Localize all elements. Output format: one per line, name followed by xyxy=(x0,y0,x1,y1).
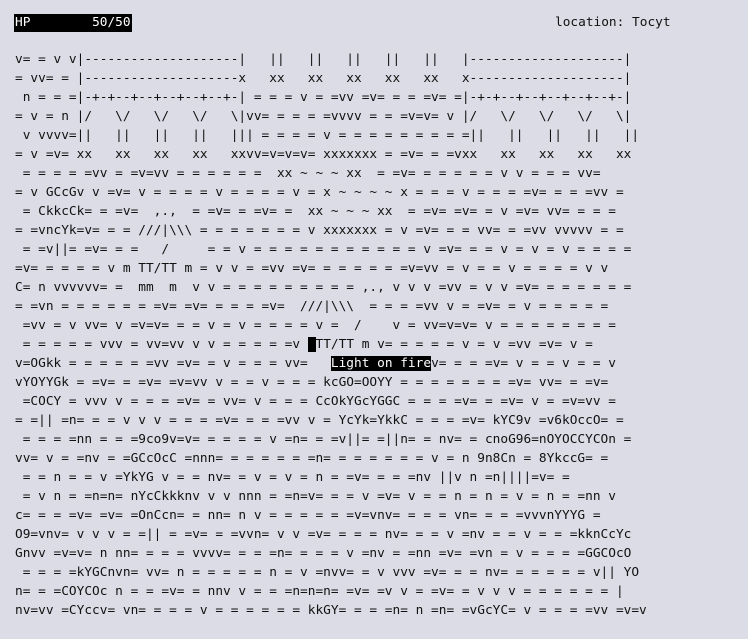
map-row: = =|| =n= = = v v v = = = =v= = = =vv v … xyxy=(15,413,624,428)
map-row: = = = = = vvv = vv=vv v v = = = = =v mTT… xyxy=(15,337,593,352)
map-row: Gnvv =v=v= n nn= = = = vvvv= = = =n= = =… xyxy=(15,546,632,561)
map-row: O9=vnv= v v v = =|| = =v= = =vvn= v v =v… xyxy=(15,527,632,542)
map-row: = = = =nn = = =9co9v=v= = = = = v =n= = … xyxy=(15,432,632,447)
game-screen: HP 50/50 location: Tocyt v= = v v|------… xyxy=(0,0,748,639)
player-cursor: m xyxy=(307,337,316,352)
map-row: vv= v = =nv = =GCcOcC =nnn= = = = = = =n… xyxy=(15,451,609,466)
location-label: location: Tocyt xyxy=(555,15,671,30)
map-row: = v GCcGv v =v= v = = = = v = = = = v = … xyxy=(15,185,624,200)
map-row: c= = = =v= =v= =OnCcn= = nn= n v = = = =… xyxy=(15,508,601,523)
map-row: = v n = =n=n= nYcCkkknv v v nnn = =n=v= … xyxy=(15,489,616,504)
map-row: C= n vvvvvv= = mm m v v = = = = = = = = … xyxy=(15,280,632,295)
hp-value: 50/50 xyxy=(92,15,131,30)
hp-bar: HP 50/50 xyxy=(14,14,132,32)
map-row: = =vncYk=v= = = ///|\\\ = = = = = = = v … xyxy=(15,223,624,238)
map-row: = v = n |/ \/ \/ \/ \|vv= = = = =vvvv = … xyxy=(15,109,632,124)
map-row: v=OGkk = = = = = =vv =v= = v = = = vv= L… xyxy=(15,356,616,371)
map-row: = vv= = |--------------------x xx xx xx … xyxy=(15,71,632,86)
map-row: =v= = = = = v m TT/TT m = v v = =vv =v= … xyxy=(15,261,609,276)
map-row: = v =v= xx xx xx xx xxvv=v=v=v= xxxxxxx … xyxy=(15,147,632,162)
map-row: nv=vv =CYccv= vn= = = = v = = = = = = kk… xyxy=(15,603,647,618)
map-row: = CkkcCk= = =v= ,., = =v= = =v= = xx ~ ~… xyxy=(15,204,616,219)
map-row: = =v||= =v= = = / = = v = = = = = = = = … xyxy=(15,242,632,257)
map-row: =vv = v vv= v =v=v= = = v = v = = = = v … xyxy=(15,318,616,333)
status-message: Light on fire xyxy=(330,356,432,371)
map-row: v= = v v|--------------------| || || || … xyxy=(15,52,632,67)
map-row: =COCY = vvv v = = = =v= = vv= v = = = Cc… xyxy=(15,394,616,409)
map-row: = =vn = = = = = = =v= =v= = = = =v= ///|… xyxy=(15,299,609,314)
map-row: = = = =kYGCnvn= vv= n = = = = = n = v =n… xyxy=(15,565,640,580)
ascii-map: v= = v v|--------------------| || || || … xyxy=(15,52,647,622)
map-row: n = = =|-+-+--+--+--+--+--+-| = = = v = … xyxy=(15,90,632,105)
map-row: n= = =COYCOc n = = =v= = nnv v = = =n=n=… xyxy=(15,584,624,599)
map-row: vYOYYGk = =v= = =v= =v=vv v = = v = = = … xyxy=(15,375,609,390)
hp-label: HP xyxy=(15,15,31,30)
map-row: = = n = = v =YkYG v = = nv= = v = v = n … xyxy=(15,470,570,485)
map-row: = = = = =vv = =v=vv = = = = = = xx ~ ~ ~… xyxy=(15,166,601,181)
map-row: v vvvv=|| || || || ||| = = = = v = = = =… xyxy=(15,128,640,143)
